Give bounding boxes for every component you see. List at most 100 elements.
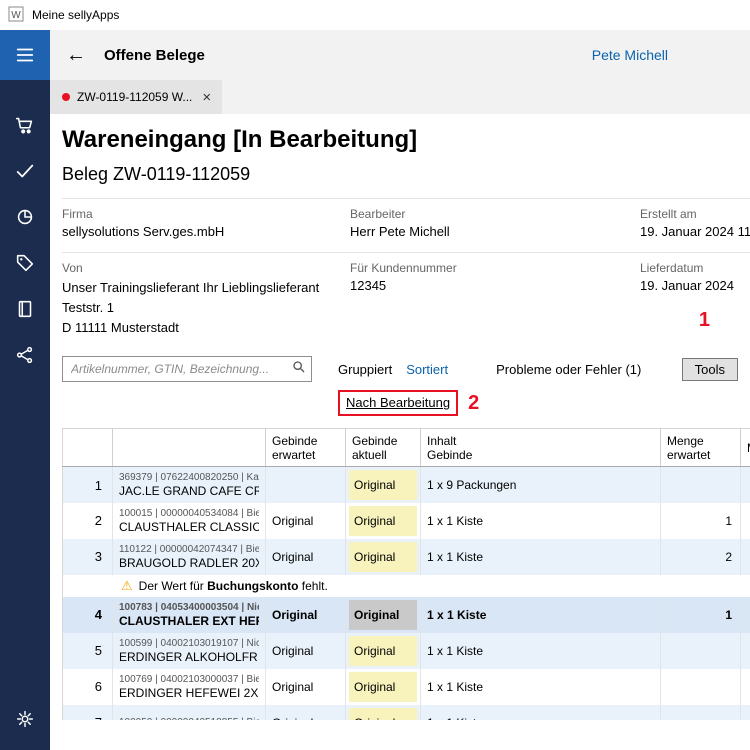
inhalt-cell: 1 x 1 Kiste: [421, 503, 661, 539]
info-lieferdatum: Lieferdatum 19. Januar 2024: [640, 253, 750, 338]
von-line-2: Teststr. 1: [62, 298, 350, 318]
row-number: 5: [63, 633, 113, 669]
app-title: Meine sellyApps: [32, 8, 119, 22]
inhalt-cell: 1 x 1 Kiste: [421, 633, 661, 669]
article-name: CLAUSTHALER CLASSIC2...: [119, 520, 259, 534]
gebinde-erwartet-cell: Original: [266, 669, 346, 705]
gebinde-erwartet-cell: Original: [266, 597, 346, 633]
tab-strip: ZW-0119-112059 W... ×: [50, 80, 750, 114]
erstellt-label: Erstellt am: [640, 207, 750, 221]
pie-chart-icon: [14, 206, 36, 228]
column-header-4: Inhalt Gebinde: [421, 429, 661, 467]
menge-erwartet-cell: 1: [661, 597, 741, 633]
article-name: BRAUGOLD RADLER 20X...: [119, 556, 259, 570]
search-icon: [291, 359, 307, 380]
gebinde-aktuell-highlight: Original: [349, 600, 417, 630]
sidebar-item-prices[interactable]: [0, 240, 50, 286]
gebinde-aktuell-cell: Original: [346, 467, 421, 503]
column-header-3: Gebinde aktuell: [346, 429, 421, 467]
row-number: 7: [63, 705, 113, 721]
settings-button[interactable]: [0, 696, 50, 742]
annotation-box: Nach Bearbeitung: [338, 390, 458, 416]
table-row-5[interactable]: 5100599 | 04002103019107 | Nich...ERDING…: [63, 633, 750, 669]
gebinde-aktuell-highlight: Original: [349, 636, 417, 666]
article-cell: 100599 | 04002103019107 | Nich...ERDINGE…: [113, 633, 266, 669]
row-number: 1: [63, 467, 113, 503]
tab-label: ZW-0119-112059 W...: [77, 90, 192, 104]
clipped-cell: [741, 539, 750, 575]
gebinde-aktuell-cell: Original: [346, 503, 421, 539]
sidebar-item-reports[interactable]: [0, 194, 50, 240]
menge-erwartet-cell: 1: [661, 503, 741, 539]
gebinde-erwartet-cell: Original: [266, 633, 346, 669]
inhalt-cell: 1 x 1 Kiste: [421, 669, 661, 705]
article-code: 110122 | 00000042074347 | Bier...: [119, 544, 259, 555]
article-name: ERDINGER ALKOHOLFR 2...: [119, 650, 259, 664]
unsaved-dot-icon: [62, 93, 70, 101]
journal-icon: [14, 298, 36, 320]
kunden-label: Für Kundennummer: [350, 261, 640, 275]
article-code: 100050 | 00000040518855 | Bier...: [119, 717, 259, 721]
sidebar-item-cart[interactable]: [0, 102, 50, 148]
sidebar-item-tasks[interactable]: [0, 148, 50, 194]
article-name: JAC.LE GRAND CAFE CRE...: [119, 484, 259, 498]
document-subheading: Beleg ZW-0119-112059: [62, 164, 750, 185]
search-input[interactable]: [71, 362, 291, 376]
clipped-cell: [741, 705, 750, 721]
article-code: 369379 | 07622400820250 | Kaff...: [119, 472, 259, 483]
annotation-2: 2: [468, 393, 479, 413]
firma-value: sellysolutions Serv.ges.mbH: [62, 224, 350, 239]
filter-grouped[interactable]: Gruppiert: [338, 362, 392, 377]
sidebar-item-share[interactable]: [0, 332, 50, 378]
column-header-1: [113, 429, 266, 467]
tab-close-button[interactable]: ×: [199, 89, 214, 106]
sort-mode-link[interactable]: Nach Bearbeitung: [346, 395, 450, 410]
gebinde-aktuell-cell: Original: [346, 633, 421, 669]
cart-icon: [14, 114, 36, 136]
toolbar: Gruppiert Sortiert Probleme oder Fehler …: [62, 356, 750, 382]
column-header-5: Menge erwartet: [661, 429, 741, 467]
von-line-3: D 11111 Musterstadt: [62, 318, 350, 338]
table-row-4[interactable]: 4100783 | 04053400003504 | Nich...CLAUST…: [63, 597, 750, 633]
sort-mode-line: Nach Bearbeitung 2: [338, 390, 750, 416]
info-kundennummer: Für Kundennummer 12345: [350, 253, 640, 338]
gebinde-erwartet-cell: Original: [266, 705, 346, 721]
info-row-2: Von Unser Trainingslieferant Ihr Lieblin…: [62, 253, 750, 338]
filter-problems[interactable]: Probleme oder Fehler (1): [496, 362, 641, 377]
warning-row: ⚠Der Wert für Buchungskonto fehlt.: [63, 575, 750, 597]
info-row-1: Firma sellysolutions Serv.ges.mbH Bearbe…: [62, 199, 750, 239]
bearbeiter-label: Bearbeiter: [350, 207, 640, 221]
gebinde-aktuell-cell: Original: [346, 597, 421, 633]
gebinde-aktuell-cell: Original: [346, 669, 421, 705]
gebinde-aktuell-cell: Original: [346, 539, 421, 575]
user-link[interactable]: Pete Michell: [592, 47, 668, 63]
tools-button[interactable]: Tools: [682, 358, 738, 381]
firma-label: Firma: [62, 207, 350, 221]
table-row-3[interactable]: 3 110122 | 00000042074347 | Bier...BRAUGO…: [63, 539, 750, 575]
table-row-7[interactable]: 7 100050 | 00000040518855 | Bier... Origin…: [63, 705, 750, 721]
back-button[interactable]: ←: [58, 44, 94, 67]
document-tab[interactable]: ZW-0119-112059 W... ×: [50, 80, 222, 114]
search-box: [62, 356, 312, 382]
page-header: ← Offene Belege Pete Michell: [50, 30, 750, 80]
sidebar-item-documents[interactable]: [0, 286, 50, 332]
clipped-cell: [741, 503, 750, 539]
menge-erwartet-cell: [661, 669, 741, 705]
app-icon: W: [8, 6, 24, 25]
menu-button[interactable]: [0, 30, 50, 80]
document-body: Wareneingang [In Bearbeitung] Beleg ZW-0…: [50, 114, 750, 750]
document-heading: Wareneingang [In Bearbeitung]: [62, 126, 750, 154]
row-number: 3: [63, 539, 113, 575]
filter-sorted[interactable]: Sortiert: [406, 362, 448, 377]
row-number: 4: [63, 597, 113, 633]
article-code: 100783 | 04053400003504 | Nich...: [119, 602, 259, 613]
share-icon: [14, 344, 36, 366]
menge-erwartet-cell: [661, 467, 741, 503]
column-header-0: [63, 429, 113, 467]
menge-erwartet-cell: 2: [661, 539, 741, 575]
table-row-6[interactable]: 6100769 | 04002103000037 | Bier...ERDING…: [63, 669, 750, 705]
page-title: Offene Belege: [104, 47, 205, 64]
info-firma: Firma sellysolutions Serv.ges.mbH: [62, 199, 350, 239]
table-row-1[interactable]: 1 369379 | 07622400820250 | Kaff...JAC.LE…: [63, 467, 750, 503]
table-row-2[interactable]: 2100015 | 00000040534084 | Bier...CLAUST…: [63, 503, 750, 539]
